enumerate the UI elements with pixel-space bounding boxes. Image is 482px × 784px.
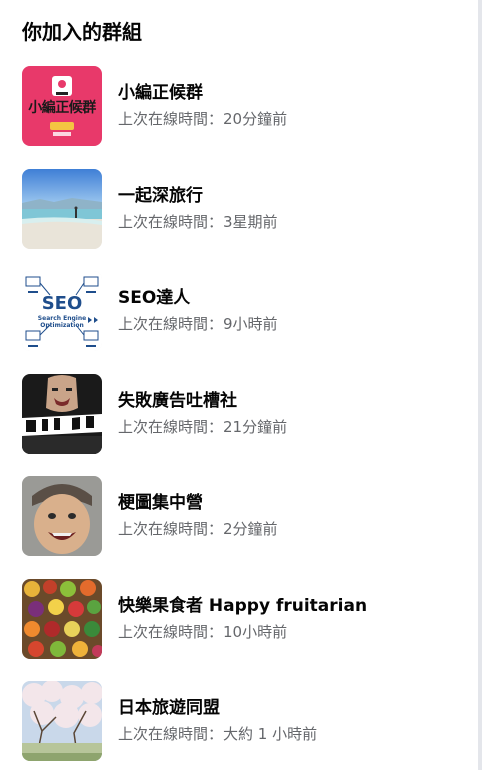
- group-item-seo[interactable]: SEO Search Engine Optimization SEO達人 上次在…: [22, 271, 462, 351]
- group-last-active: 上次在線時間：21分鐘前: [118, 417, 288, 436]
- group-name[interactable]: 快樂果食者 Happy fruitarian: [118, 595, 367, 617]
- beach-photo-icon: [22, 168, 102, 249]
- group-name[interactable]: 梗圖集中營: [118, 492, 203, 514]
- group-last-active: 上次在線時間：10小時前: [118, 622, 288, 641]
- group-name[interactable]: 小編正候群: [118, 82, 203, 104]
- joined-groups-panel: 你加入的群組 小編正候群 小編正候群 上次在線時間：20分鐘前 一起深旅行 上次…: [0, 0, 478, 770]
- group-cover-xiaobian-text: 小編正候群: [28, 100, 96, 116]
- section-title: 你加入的群組: [22, 20, 142, 44]
- fruit-basket-photo-icon: [22, 578, 102, 659]
- fail-ad-photo-icon: [22, 373, 102, 454]
- group-last-active: 上次在線時間：3星期前: [118, 212, 278, 231]
- group-cover-xiaobian[interactable]: 小編正候群: [22, 66, 102, 146]
- seo-logo-subtext: Search Engine Optimization: [37, 315, 87, 329]
- seo-logo-text: SEO: [41, 293, 83, 314]
- group-item-failed-ads[interactable]: 失敗廣告吐槽社 上次在線時間：21分鐘前: [22, 373, 462, 454]
- group-cover-sakura[interactable]: [22, 681, 102, 761]
- scrollbar-track[interactable]: [478, 0, 482, 770]
- group-name[interactable]: 一起深旅行: [118, 185, 203, 207]
- group-cover-fruits[interactable]: [22, 578, 102, 659]
- group-item-travel[interactable]: 一起深旅行 上次在線時間：3星期前: [22, 168, 462, 249]
- meme-face-photo-icon: [22, 476, 102, 556]
- group-last-active: 上次在線時間：9小時前: [118, 315, 278, 333]
- group-list: 小編正候群 小編正候群 上次在線時間：20分鐘前 一起深旅行 上次在線時間：3星…: [22, 66, 462, 784]
- group-item-memes[interactable]: 梗圖集中營 上次在線時間：2分鐘前: [22, 476, 462, 556]
- group-item-xiaobian[interactable]: 小編正候群 小編正候群 上次在線時間：20分鐘前: [22, 66, 462, 146]
- group-item-fruitarian[interactable]: 快樂果食者 Happy fruitarian 上次在線時間：10小時前: [22, 578, 462, 659]
- group-cover-beach[interactable]: [22, 168, 102, 249]
- sakura-photo-icon: [22, 681, 102, 761]
- group-cover-seo[interactable]: SEO Search Engine Optimization: [22, 271, 102, 351]
- group-cover-fail[interactable]: [22, 373, 102, 454]
- group-name[interactable]: 日本旅遊同盟: [118, 697, 220, 719]
- group-last-active: 上次在線時間：2分鐘前: [118, 520, 278, 538]
- group-last-active: 上次在線時間：大約 1 小時前: [118, 725, 318, 743]
- group-name[interactable]: 失敗廣告吐槽社: [118, 390, 237, 412]
- group-cover-meme-face[interactable]: [22, 476, 102, 556]
- group-name[interactable]: SEO達人: [118, 287, 190, 309]
- group-last-active: 上次在線時間：20分鐘前: [118, 110, 288, 128]
- group-item-japan-travel[interactable]: 日本旅遊同盟 上次在線時間：大約 1 小時前: [22, 681, 462, 761]
